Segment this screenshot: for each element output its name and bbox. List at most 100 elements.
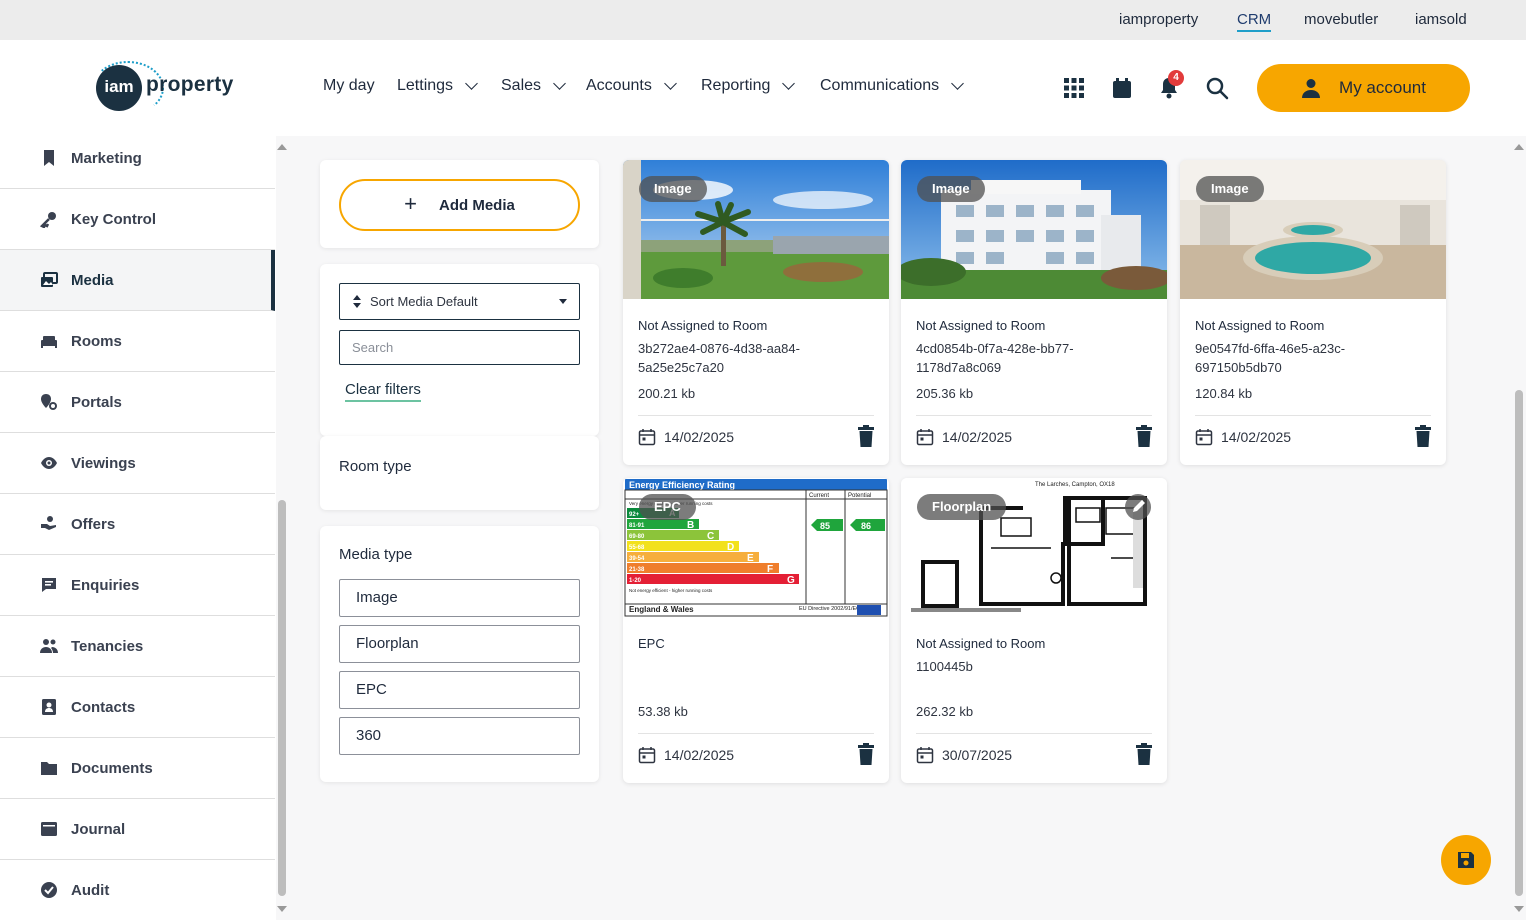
epc-directive: EU Directive 2002/91/EC	[799, 606, 860, 612]
nav-communications[interactable]: Communications	[820, 77, 965, 95]
chevron-down-icon	[465, 77, 478, 90]
apps-grid-icon[interactable]	[1062, 76, 1086, 100]
trash-icon[interactable]	[1135, 425, 1153, 447]
sidebar-scroll-down-arrow[interactable]	[277, 906, 287, 912]
search-icon[interactable]	[1205, 76, 1229, 100]
file-size: 53.38 kb	[638, 704, 688, 719]
calendar-icon	[638, 429, 656, 446]
media-type-option-image[interactable]: Image	[339, 579, 580, 617]
sidebar-scroll-up-arrow[interactable]	[277, 144, 287, 150]
media-thumbnail[interactable]: Image	[623, 160, 889, 299]
media-thumbnail[interactable]: Image	[901, 160, 1167, 299]
add-media-button[interactable]: + Add Media	[339, 179, 580, 231]
sidebar-item-rooms[interactable]: Rooms	[0, 311, 275, 372]
logo-wordmark: property	[146, 73, 234, 96]
save-icon	[1458, 852, 1474, 868]
plus-icon: +	[404, 191, 417, 216]
trash-icon[interactable]	[1414, 425, 1432, 447]
portal-icon	[41, 394, 57, 410]
link-iamsold[interactable]: iamsold	[1415, 11, 1467, 28]
media-type-tag: Image	[917, 176, 985, 202]
sidebar-item-enquiries[interactable]: Enquiries	[0, 555, 275, 616]
media-thumbnail[interactable]: Energy Efficiency Rating Current Potenti…	[623, 478, 889, 617]
upload-date: 14/02/2025	[1195, 428, 1291, 446]
file-size: 200.21 kb	[638, 386, 696, 401]
search-input[interactable]	[339, 330, 580, 365]
link-movebutler[interactable]: movebutler	[1304, 11, 1378, 28]
media-card[interactable]: Image Not Assigned to Room 4cd0854b-0f7a…	[901, 160, 1167, 465]
sidebar-item-portals[interactable]: Portals	[0, 372, 275, 433]
calendar-icon	[916, 747, 934, 764]
sidebar-item-audit[interactable]: Audit	[0, 860, 275, 920]
main-scroll-up-arrow[interactable]	[1514, 144, 1524, 150]
media-icon	[41, 272, 58, 287]
nav-lettings[interactable]: Lettings	[397, 77, 478, 95]
product-switcher-bar: iamproperty CRM movebutler iamsold	[0, 0, 1526, 40]
media-type-option-floorplan[interactable]: Floorplan	[339, 625, 580, 663]
media-thumbnail[interactable]: The Larches, Campton, OX18 Floorplan	[901, 478, 1167, 617]
media-card[interactable]: Image Not Assigned to Room 9e0547fd-6ffa…	[1180, 160, 1446, 465]
sidebar-item-offers[interactable]: Offers	[0, 494, 275, 555]
my-account-button[interactable]: My account	[1257, 64, 1470, 112]
sidebar-item-journal[interactable]: Journal	[0, 799, 275, 860]
sidebar-item-label: Media	[71, 271, 114, 289]
epc-band-letter: F	[767, 564, 773, 575]
media-type-tag: Image	[1196, 176, 1264, 202]
sidebar-item-tenancies[interactable]: Tenancies	[0, 616, 275, 677]
eye-icon	[41, 457, 57, 469]
folder-icon	[41, 762, 57, 775]
sidebar-item-label: Portals	[71, 393, 122, 411]
nav-my-day[interactable]: My day	[323, 77, 375, 95]
nav-reporting[interactable]: Reporting	[701, 77, 796, 95]
media-card[interactable]: Image Not Assigned to Room 3b272ae4-0876…	[623, 160, 889, 465]
upload-date: 14/02/2025	[638, 428, 734, 446]
trash-icon[interactable]	[857, 425, 875, 447]
card-divider	[916, 415, 1152, 416]
clear-filters-link[interactable]: Clear filters	[345, 381, 421, 402]
room-type-panel[interactable]: Room type	[320, 436, 599, 510]
edit-pencil-icon[interactable]	[1125, 494, 1151, 520]
sidebar-item-key-control[interactable]: Key Control	[0, 189, 275, 250]
upload-date: 30/07/2025	[916, 746, 1012, 764]
sidebar-item-viewings[interactable]: Viewings	[0, 433, 275, 494]
save-button[interactable]	[1441, 835, 1491, 885]
media-thumbnail[interactable]: Image	[1180, 160, 1446, 299]
nav-label: Sales	[501, 77, 542, 94]
bed-icon	[41, 336, 57, 348]
sort-media-select[interactable]: Sort Media Default	[339, 283, 580, 320]
upload-date: 14/02/2025	[638, 746, 734, 764]
main-scroll-down-arrow[interactable]	[1514, 906, 1524, 912]
user-icon	[1302, 79, 1321, 98]
file-size: 120.84 kb	[1195, 386, 1253, 401]
link-iamproperty[interactable]: iamproperty	[1119, 11, 1198, 28]
media-card[interactable]: Energy Efficiency Rating Current Potenti…	[623, 478, 889, 783]
trash-icon[interactable]	[857, 743, 875, 765]
media-type-option-epc[interactable]: EPC	[339, 671, 580, 709]
card-divider	[638, 733, 874, 734]
sidebar-item-marketing[interactable]: Marketing	[0, 128, 275, 189]
link-crm[interactable]: CRM	[1237, 11, 1272, 32]
sidebar-scrollbar-thumb[interactable]	[278, 500, 286, 896]
sidebar-item-documents[interactable]: Documents	[0, 738, 275, 799]
nav-sales[interactable]: Sales	[501, 77, 566, 95]
media-card[interactable]: The Larches, Campton, OX18 Floorplan Not…	[901, 478, 1167, 783]
nav-label: Accounts	[586, 77, 652, 94]
sidebar-item-media[interactable]: Media	[0, 250, 275, 311]
sidebar-item-label: Marketing	[71, 149, 142, 167]
main-scrollbar-thumb[interactable]	[1515, 390, 1523, 896]
epc-band-range: 92+	[629, 512, 640, 518]
sidebar-item-label: Tenancies	[71, 637, 144, 655]
calendar-icon	[1195, 429, 1213, 446]
sidebar-item-contacts[interactable]: Contacts	[0, 677, 275, 738]
calendar-icon[interactable]	[1110, 76, 1134, 100]
media-type-option-360[interactable]: 360	[339, 717, 580, 755]
epc-band-range: 39-54	[629, 556, 645, 562]
trash-icon[interactable]	[1135, 743, 1153, 765]
nav-accounts[interactable]: Accounts	[586, 77, 677, 95]
card-divider	[1195, 415, 1431, 416]
epc-band-letter: C	[707, 531, 714, 542]
sidebar-item-label: Audit	[71, 881, 110, 899]
epc-current-label: Current	[809, 493, 829, 499]
iamproperty-logo[interactable]: iam property	[92, 61, 236, 115]
nav-label: Reporting	[701, 77, 771, 94]
